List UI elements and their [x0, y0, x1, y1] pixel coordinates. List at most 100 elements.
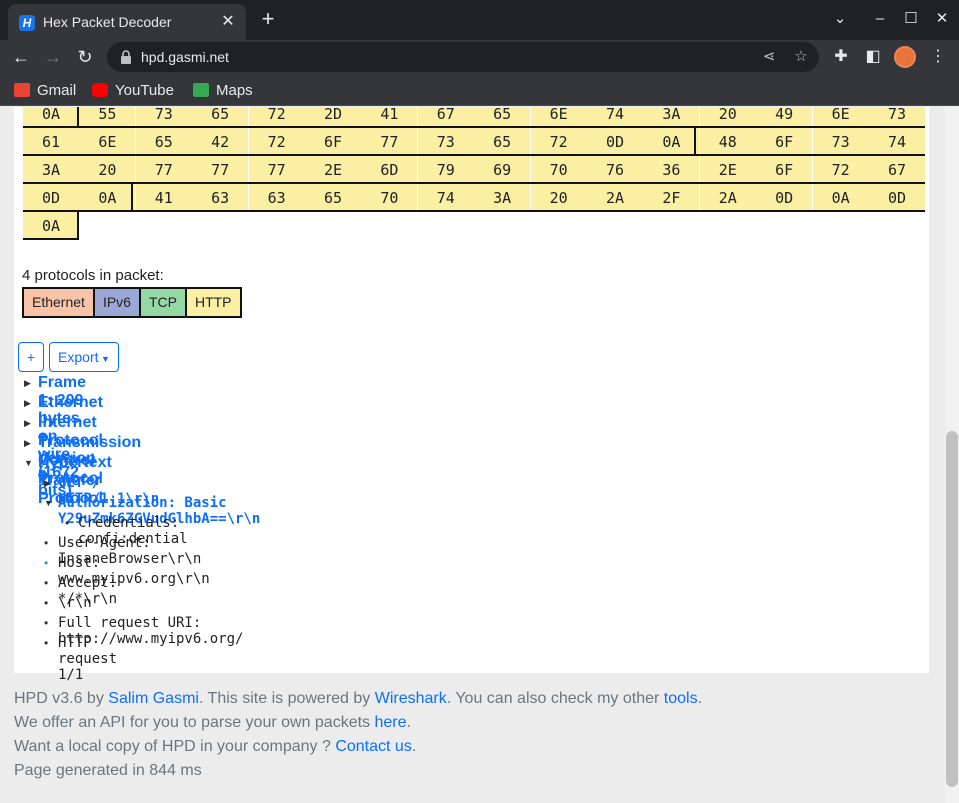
- hex-byte[interactable]: 65: [192, 107, 249, 128]
- hex-byte[interactable]: 72: [530, 128, 587, 156]
- reload-icon[interactable]: ↻: [72, 44, 98, 70]
- close-window-icon[interactable]: ✕: [928, 6, 956, 32]
- minimize-icon[interactable]: –: [866, 6, 894, 32]
- expand-triangle-icon[interactable]: ▶: [24, 398, 31, 409]
- hex-byte[interactable]: 48: [699, 128, 756, 156]
- hex-byte[interactable]: 2A: [699, 184, 756, 212]
- forward-icon[interactable]: →: [40, 44, 66, 70]
- hex-byte[interactable]: 0D: [23, 184, 79, 212]
- hex-byte[interactable]: 2F: [643, 184, 700, 212]
- hex-byte[interactable]: 76: [587, 156, 643, 184]
- contact-link[interactable]: Contact us: [335, 738, 411, 755]
- hex-byte[interactable]: 0A: [23, 107, 79, 128]
- hex-byte[interactable]: 65: [474, 128, 531, 156]
- tab-search-icon[interactable]: ⌄: [826, 6, 854, 32]
- bookmark-youtube[interactable]: YouTube: [92, 81, 174, 99]
- hex-byte[interactable]: 0D: [756, 184, 813, 212]
- http-crlf[interactable]: \r\n: [58, 595, 92, 611]
- hex-byte[interactable]: 20: [79, 156, 136, 184]
- share-icon[interactable]: ⋖: [759, 47, 779, 67]
- hex-byte[interactable]: 2E: [699, 156, 756, 184]
- hex-byte[interactable]: 69: [474, 156, 531, 184]
- hex-byte[interactable]: 74: [869, 128, 925, 156]
- bookmark-maps[interactable]: Maps: [193, 81, 253, 99]
- hex-byte[interactable]: 0A: [643, 128, 700, 156]
- hex-byte[interactable]: 61: [23, 128, 79, 156]
- browser-tab[interactable]: H Hex Packet Decoder ✕: [8, 4, 246, 40]
- address-bar[interactable]: hpd.gasmi.net ⋖ ☆: [107, 42, 819, 72]
- hex-byte[interactable]: 0A: [812, 184, 869, 212]
- hex-byte[interactable]: 67: [869, 156, 925, 184]
- bookmark-gmail[interactable]: Gmail: [14, 81, 76, 99]
- hex-byte[interactable]: 6F: [756, 156, 813, 184]
- hex-byte[interactable]: 6E: [79, 128, 136, 156]
- hex-byte[interactable]: 6F: [305, 128, 361, 156]
- hex-byte[interactable]: 0D: [587, 128, 643, 156]
- hex-byte[interactable]: 73: [869, 107, 925, 128]
- back-icon[interactable]: ←: [8, 44, 34, 70]
- collapse-triangle-icon[interactable]: ▼: [24, 458, 33, 468]
- profile-avatar[interactable]: [894, 46, 916, 68]
- hex-byte[interactable]: 73: [812, 128, 869, 156]
- protocol-ipv6[interactable]: IPv6: [94, 289, 141, 316]
- wireshark-link[interactable]: Wireshark: [375, 690, 447, 707]
- expand-triangle-icon[interactable]: ▶: [44, 478, 51, 489]
- hex-byte[interactable]: 36: [643, 156, 700, 184]
- export-button[interactable]: Export ▼: [49, 342, 119, 372]
- hex-byte[interactable]: 74: [417, 184, 474, 212]
- hex-byte[interactable]: 70: [530, 156, 587, 184]
- expand-triangle-icon[interactable]: ▶: [24, 378, 31, 389]
- hex-byte[interactable]: 65: [305, 184, 361, 212]
- bookmark-star-icon[interactable]: ☆: [791, 47, 811, 67]
- hex-byte[interactable]: 3A: [643, 107, 700, 128]
- api-here-link[interactable]: here: [375, 714, 407, 731]
- hex-byte[interactable]: 2E: [305, 156, 361, 184]
- hex-byte[interactable]: 41: [361, 107, 418, 128]
- hex-byte[interactable]: 65: [474, 107, 531, 128]
- hex-byte[interactable]: 73: [135, 107, 192, 128]
- hex-byte[interactable]: 63: [248, 184, 305, 212]
- hex-byte[interactable]: 20: [699, 107, 756, 128]
- expand-triangle-icon[interactable]: ▶: [24, 418, 31, 429]
- protocol-http[interactable]: HTTP: [186, 289, 240, 316]
- hex-byte[interactable]: 2D: [305, 107, 361, 128]
- author-link[interactable]: Salim Gasmi: [108, 690, 199, 707]
- maximize-icon[interactable]: ☐: [897, 6, 925, 32]
- protocol-tcp[interactable]: TCP: [140, 289, 187, 316]
- hex-byte[interactable]: 77: [361, 128, 418, 156]
- hex-byte[interactable]: 6D: [361, 156, 418, 184]
- scrollbar-thumb[interactable]: [946, 431, 958, 787]
- hex-byte[interactable]: 77: [192, 156, 249, 184]
- hex-byte[interactable]: 41: [135, 184, 192, 212]
- close-tab-icon[interactable]: ✕: [219, 13, 237, 31]
- hex-byte[interactable]: 77: [135, 156, 192, 184]
- new-tab-icon[interactable]: +: [256, 8, 280, 32]
- hex-byte[interactable]: 42: [192, 128, 249, 156]
- hex-byte[interactable]: 6F: [756, 128, 813, 156]
- side-panel-icon[interactable]: ◧: [863, 47, 883, 67]
- hex-byte[interactable]: 49: [756, 107, 813, 128]
- hex-byte[interactable]: 65: [135, 128, 192, 156]
- tools-link[interactable]: tools: [664, 690, 698, 707]
- hex-byte[interactable]: 73: [417, 128, 474, 156]
- hex-byte[interactable]: 20: [530, 184, 587, 212]
- protocol-ethernet[interactable]: Ethernet: [24, 289, 95, 316]
- hex-byte[interactable]: 72: [248, 128, 305, 156]
- http-request-number[interactable]: HTTP request 1/1: [58, 635, 117, 683]
- hex-byte[interactable]: 0A: [79, 184, 136, 212]
- hex-byte[interactable]: 6E: [530, 107, 587, 128]
- hex-byte[interactable]: 77: [248, 156, 305, 184]
- hex-byte[interactable]: 67: [417, 107, 474, 128]
- menu-icon[interactable]: ⋮: [928, 47, 948, 67]
- collapse-triangle-icon[interactable]: ▼: [44, 498, 53, 508]
- hex-byte[interactable]: 3A: [474, 184, 531, 212]
- hex-byte[interactable]: 79: [417, 156, 474, 184]
- hex-byte[interactable]: 3A: [23, 156, 79, 184]
- hex-byte[interactable]: 55: [79, 107, 136, 128]
- hex-byte[interactable]: 6E: [812, 107, 869, 128]
- hex-byte[interactable]: 72: [248, 107, 305, 128]
- hex-byte[interactable]: 72: [812, 156, 869, 184]
- expand-triangle-icon[interactable]: ▶: [24, 438, 31, 449]
- hex-byte[interactable]: 2A: [587, 184, 643, 212]
- extensions-icon[interactable]: ✚: [831, 47, 851, 67]
